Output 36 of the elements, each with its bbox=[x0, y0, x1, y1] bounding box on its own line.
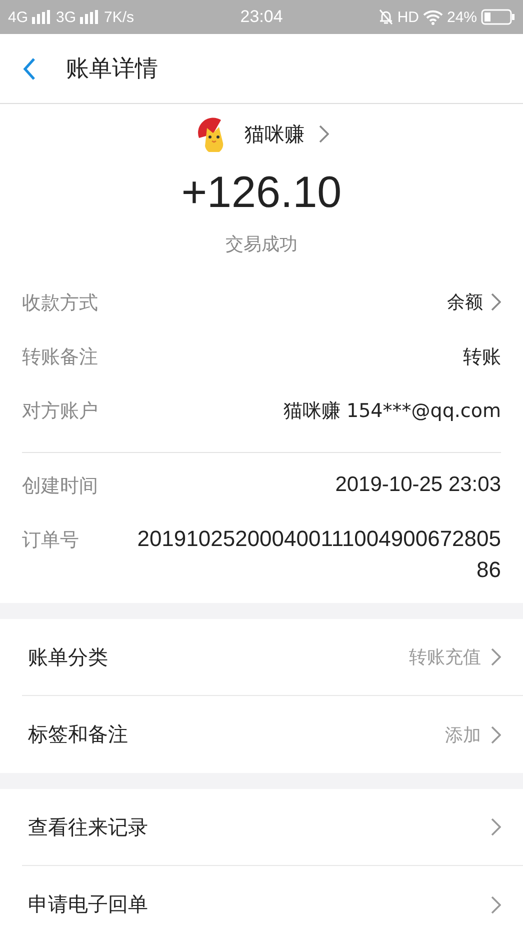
bell-muted-icon bbox=[379, 9, 394, 25]
menu-item[interactable]: 申请电子回单 bbox=[22, 866, 523, 930]
detail-value: 转账 bbox=[463, 345, 501, 370]
detail-link[interactable]: 余额 bbox=[447, 290, 501, 314]
battery-label: 24% bbox=[446, 8, 478, 26]
signal-icon bbox=[32, 10, 52, 24]
detail-value: 2019-10-25 23:03 bbox=[335, 473, 501, 497]
menu-item[interactable]: 账单分类 转账充值 bbox=[22, 619, 523, 696]
network-label: 4G bbox=[8, 8, 28, 26]
detail-label: 对方账户 bbox=[22, 399, 98, 424]
detail-value: 20191025200040011100490067280586 bbox=[136, 525, 501, 584]
amount: +126.10 bbox=[181, 168, 342, 218]
detail-label: 收款方式 bbox=[22, 291, 98, 316]
chevron-icon bbox=[491, 818, 501, 836]
chevron-icon bbox=[491, 726, 501, 744]
chevron-icon bbox=[491, 896, 501, 914]
detail-label: 转账备注 bbox=[22, 345, 98, 370]
chevron-icon bbox=[491, 648, 501, 666]
speed-label: 7K/s bbox=[104, 8, 134, 26]
merchant-link[interactable]: 猫咪赚 bbox=[194, 116, 328, 152]
menu-item[interactable]: 查看往来记录 bbox=[22, 789, 523, 866]
detail-label: 订单号 bbox=[22, 528, 79, 553]
chevron-icon bbox=[491, 293, 501, 311]
hd-label: HD bbox=[397, 8, 419, 26]
network-label: 3G bbox=[56, 8, 76, 26]
menu-item[interactable]: 标签和备注 添加 bbox=[22, 696, 523, 773]
battery-icon bbox=[481, 9, 516, 25]
wifi-icon bbox=[422, 10, 443, 24]
detail-label: 创建时间 bbox=[22, 474, 98, 499]
detail-value: 猫咪赚 154***@qq.com bbox=[283, 399, 501, 424]
status-text: 交易成功 bbox=[226, 233, 298, 256]
clock: 23:04 bbox=[240, 7, 283, 27]
back-icon bbox=[22, 56, 36, 80]
page-title: 账单详情 bbox=[66, 55, 158, 84]
chevron-icon bbox=[318, 125, 328, 143]
signal-icon bbox=[80, 10, 100, 24]
